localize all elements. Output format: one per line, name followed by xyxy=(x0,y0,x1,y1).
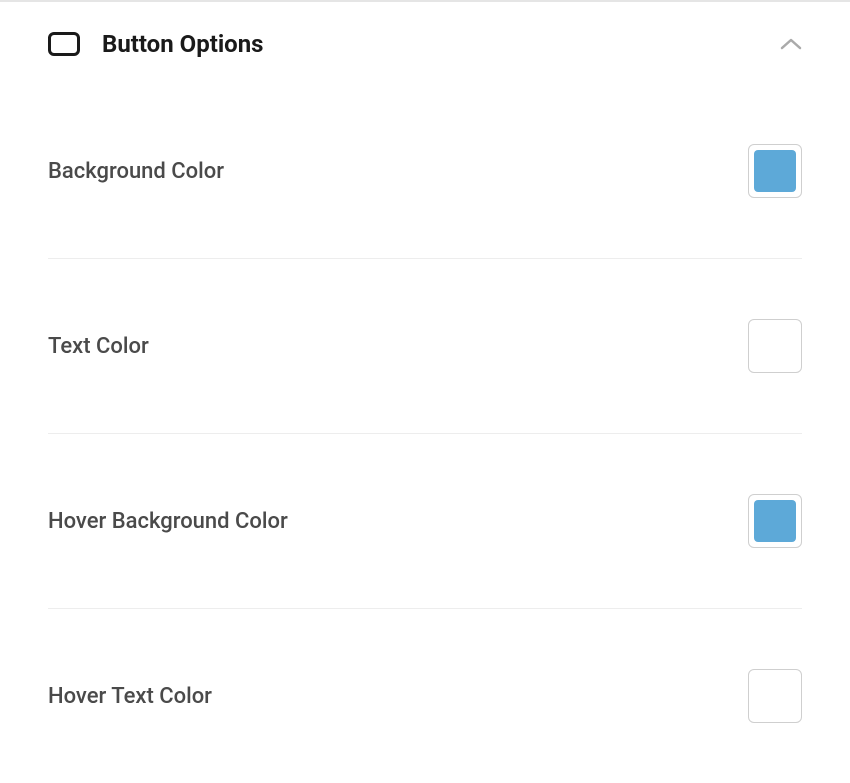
section-header[interactable]: Button Options xyxy=(48,2,802,84)
option-label: Background Color xyxy=(48,159,224,184)
button-icon xyxy=(48,32,80,56)
option-label: Hover Background Color xyxy=(48,509,288,534)
swatch-fill xyxy=(754,500,796,542)
color-swatch-hover-background-color[interactable] xyxy=(748,494,802,548)
swatch-fill xyxy=(754,150,796,192)
option-row-hover-text-color: Hover Text Color xyxy=(48,609,802,783)
color-swatch-background-color[interactable] xyxy=(748,144,802,198)
option-label: Hover Text Color xyxy=(48,684,212,709)
color-swatch-hover-text-color[interactable] xyxy=(748,669,802,723)
option-label: Text Color xyxy=(48,334,149,359)
color-swatch-text-color[interactable] xyxy=(748,319,802,373)
chevron-up-icon[interactable] xyxy=(780,37,802,51)
option-row-hover-background-color: Hover Background Color xyxy=(48,434,802,609)
option-row-background-color: Background Color xyxy=(48,84,802,259)
section-title: Button Options xyxy=(102,30,264,58)
option-row-text-color: Text Color xyxy=(48,259,802,434)
